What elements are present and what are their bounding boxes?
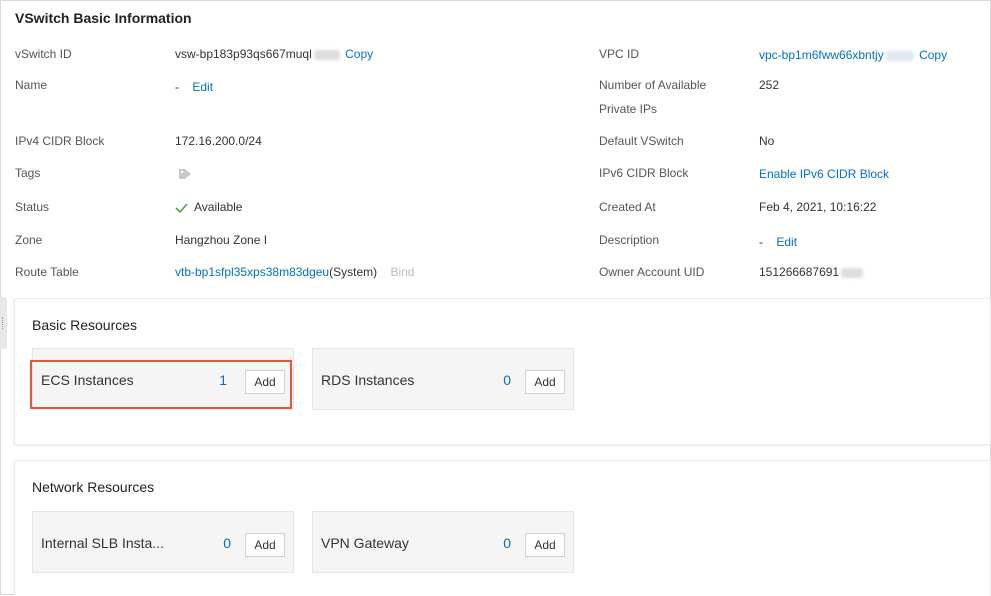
grip-icon: [2, 317, 5, 329]
sidebar-collapse-handle[interactable]: [0, 297, 7, 349]
tag-icon[interactable]: [178, 168, 192, 180]
name-text: -: [175, 80, 179, 94]
status-text: Available: [194, 200, 243, 214]
route-table-label: Route Table: [15, 265, 79, 279]
check-icon: [175, 203, 188, 213]
status-value: Available: [175, 195, 242, 219]
highlight-box: [30, 360, 292, 409]
add-rds-button[interactable]: Add: [525, 370, 565, 394]
description-value: - Edit: [759, 230, 797, 254]
card-name: Internal SLB Insta...: [41, 535, 164, 551]
rds-instances-card: RDS Instances 0 Add: [312, 348, 574, 410]
vpc-id-link[interactable]: vpc-bp1m6fww66xbntjy: [759, 48, 884, 62]
default-vswitch-label: Default VSwitch: [599, 134, 684, 148]
card-count-link[interactable]: 0: [503, 349, 511, 411]
add-slb-button[interactable]: Add: [245, 533, 285, 557]
vpc-id-label: VPC ID: [599, 47, 640, 61]
vpn-gateway-card: VPN Gateway 0 Add: [312, 511, 574, 573]
owner-uid-value: 151266687691: [759, 260, 865, 284]
edit-description-button[interactable]: Edit: [776, 235, 797, 249]
name-label: Name: [15, 78, 48, 92]
available-ips-label: Number of Available Private IPs: [599, 73, 706, 121]
add-vpn-button[interactable]: Add: [525, 533, 565, 557]
available-ips-label-line1: Number of Available: [599, 78, 707, 92]
bind-button[interactable]: Bind: [390, 265, 414, 279]
redacted-mask: [885, 50, 914, 61]
copy-vswitch-id-button[interactable]: Copy: [345, 47, 373, 61]
card-count-link[interactable]: 0: [503, 512, 511, 574]
ipv4-label: IPv4 CIDR Block: [15, 134, 105, 148]
description-label: Description: [599, 233, 660, 247]
vswitch-id-value: vsw-bp183p93qs667muql Copy: [175, 42, 373, 66]
redacted-mask: [313, 49, 340, 60]
created-at-label: Created At: [599, 200, 656, 214]
card-name: VPN Gateway: [321, 535, 409, 551]
basic-resources-title: Basic Resources: [32, 317, 138, 333]
created-at-value: Feb 4, 2021, 10:16:22: [759, 200, 877, 214]
card-count-link[interactable]: 0: [223, 512, 231, 574]
redacted-mask: [841, 267, 864, 278]
card-name: RDS Instances: [321, 372, 415, 388]
zone-value: Hangzhou Zone I: [175, 233, 268, 247]
default-vswitch-value: No: [759, 134, 775, 148]
network-resources-title: Network Resources: [32, 479, 155, 495]
owner-uid-label: Owner Account UID: [599, 265, 705, 279]
available-ips-label-line2: Private IPs: [599, 102, 658, 116]
ipv6-label: IPv6 CIDR Block: [599, 166, 689, 180]
route-table-value: vtb-bp1sfpl35xps38m83dgeu(System) Bind: [175, 260, 414, 284]
status-label: Status: [15, 200, 50, 214]
copy-vpc-id-button[interactable]: Copy: [919, 48, 947, 62]
tags-label: Tags: [15, 166, 41, 180]
name-value: - Edit: [175, 75, 213, 99]
tags-value: [178, 161, 192, 185]
vswitch-id-text: vsw-bp183p93qs667muql: [175, 47, 312, 61]
vswitch-id-label: vSwitch ID: [15, 47, 72, 61]
vpc-id-value: vpc-bp1m6fww66xbntjy Copy: [759, 43, 947, 67]
internal-slb-card: Internal SLB Insta... 0 Add: [32, 511, 294, 573]
section-title: VSwitch Basic Information: [15, 10, 192, 26]
available-ips-value: 252: [759, 78, 780, 92]
ipv4-value: 172.16.200.0/24: [175, 134, 262, 148]
edit-name-button[interactable]: Edit: [192, 80, 213, 94]
zone-label: Zone: [15, 233, 43, 247]
route-table-suffix: (System): [329, 265, 378, 279]
enable-ipv6-link[interactable]: Enable IPv6 CIDR Block: [759, 162, 889, 186]
route-table-link[interactable]: vtb-bp1sfpl35xps38m83dgeu: [175, 265, 329, 279]
description-text: -: [759, 235, 763, 249]
owner-uid-text: 151266687691: [759, 265, 840, 279]
